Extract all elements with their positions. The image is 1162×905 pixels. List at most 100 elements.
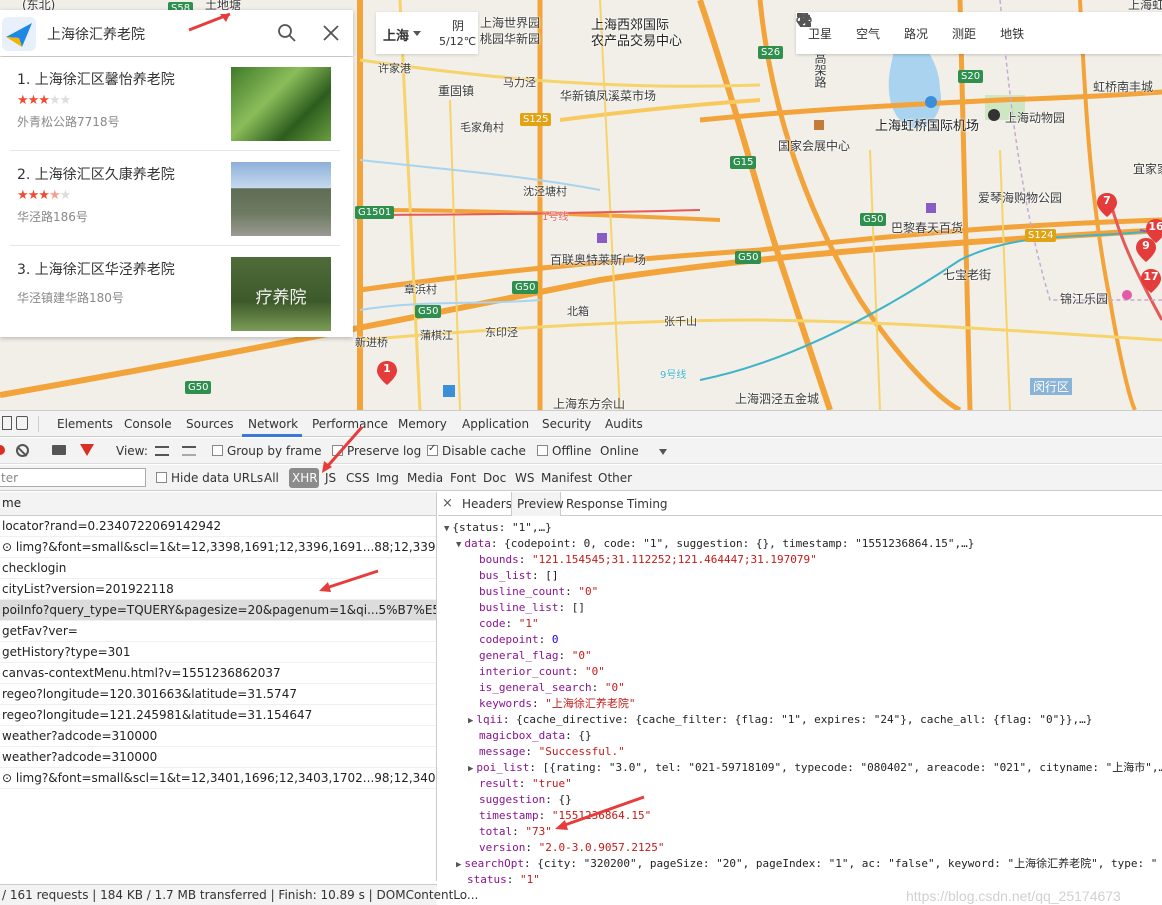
map-label: 虹桥南丰城 bbox=[1093, 80, 1154, 94]
json-value: {codepoint: 0, code: "1", suggestion: {}… bbox=[504, 537, 975, 550]
camera-icon[interactable] bbox=[52, 445, 66, 455]
close-icon[interactable]: × bbox=[442, 496, 453, 511]
map-label: 章浜村 bbox=[404, 283, 437, 296]
list-view-icon[interactable] bbox=[155, 446, 169, 456]
venue-icon bbox=[814, 120, 824, 130]
name-column-header[interactable]: me bbox=[0, 492, 436, 516]
hide-data-urls-checkbox[interactable]: Hide data URLs bbox=[156, 471, 263, 485]
request-row[interactable]: poiInfo?query_type=TQUERY&pagesize=20&pa… bbox=[0, 600, 436, 621]
request-row[interactable]: regeo?longitude=121.245981&latitude=31.1… bbox=[0, 705, 436, 726]
tab-preview[interactable]: Preview bbox=[511, 492, 564, 516]
weather-condition: 阴 bbox=[452, 19, 465, 33]
result-thumbnail[interactable] bbox=[231, 67, 331, 141]
filter-icon[interactable] bbox=[80, 444, 94, 456]
tab-network[interactable]: Network bbox=[248, 417, 298, 431]
request-row[interactable]: ⊙ limg?&font=small&scl=1&t=12,3398,1691;… bbox=[0, 537, 436, 558]
close-icon[interactable] bbox=[322, 24, 340, 42]
map-label: 七宝老街 bbox=[943, 268, 992, 282]
filter-manifest[interactable]: Manifest bbox=[541, 471, 592, 485]
json-value: "2.0-3.0.9057.2125" bbox=[538, 841, 665, 854]
filter-xhr[interactable]: XHR bbox=[289, 468, 319, 488]
filter-font[interactable]: Font bbox=[450, 471, 476, 485]
device-toggle-icon[interactable] bbox=[16, 416, 28, 430]
city-name[interactable]: 上海 bbox=[383, 25, 409, 44]
tab-application[interactable]: Application bbox=[462, 417, 529, 431]
city-weather-box[interactable]: 上海 阴 5/12℃ bbox=[376, 12, 478, 54]
collapse-arrow-icon[interactable]: ▶ bbox=[468, 716, 473, 726]
json-line[interactable]: ▼ {status: "1",…} bbox=[444, 520, 552, 537]
chevron-down-icon[interactable] bbox=[413, 31, 421, 36]
subway-button[interactable]: 地铁 bbox=[798, 12, 1036, 54]
result-name[interactable]: 1. 上海徐汇区馨怡养老院 bbox=[17, 69, 175, 89]
request-row[interactable]: canvas-contextMenu.html?v=1551236862037 bbox=[0, 663, 436, 684]
measure-button[interactable]: 测距 bbox=[797, 12, 988, 54]
json-line[interactable]: ▼ data: {codepoint: 0, code: "1", suggest… bbox=[456, 536, 974, 553]
result-item[interactable]: 2. 上海徐汇区久康养老院 ★★★★★ 华泾路186号 bbox=[10, 152, 340, 246]
weather-temp: 5/12℃ bbox=[439, 35, 477, 48]
json-line: busline_list: [] bbox=[479, 601, 585, 614]
json-line[interactable]: ▶ searchOpt: {city: "320200", pageSize: "… bbox=[456, 856, 1157, 873]
map-pin[interactable]: 16 bbox=[1145, 218, 1162, 244]
result-name[interactable]: 3. 上海徐汇区华泾养老院 bbox=[17, 259, 175, 279]
shopping-icon bbox=[926, 203, 936, 213]
metro-label: 1号线 bbox=[542, 212, 569, 223]
tab-sources[interactable]: Sources bbox=[186, 417, 233, 431]
map-pin[interactable]: 17 bbox=[1140, 268, 1162, 294]
tab-memory[interactable]: Memory bbox=[398, 417, 447, 431]
search-icon[interactable] bbox=[277, 23, 297, 43]
filter-other[interactable]: Other bbox=[598, 471, 632, 485]
record-icon[interactable] bbox=[0, 445, 5, 455]
tab-audits[interactable]: Audits bbox=[605, 417, 643, 431]
result-thumbnail[interactable]: 疗养院 bbox=[231, 257, 331, 331]
json-line: bounds: "121.154545;31.112252;121.464447… bbox=[479, 553, 817, 566]
collapse-arrow-icon[interactable]: ▶ bbox=[468, 764, 473, 774]
amap-logo-icon[interactable] bbox=[2, 17, 36, 51]
chevron-down-icon[interactable] bbox=[659, 449, 667, 455]
expand-arrow-icon[interactable]: ▼ bbox=[444, 524, 449, 534]
school-icon bbox=[443, 385, 455, 397]
throttling-select[interactable]: Online bbox=[600, 444, 639, 458]
filter-doc[interactable]: Doc bbox=[483, 471, 506, 485]
request-row[interactable]: weather?adcode=310000 bbox=[0, 747, 436, 768]
devtools-tabbar: Elements Console Sources Network Perform… bbox=[0, 411, 1162, 437]
result-name[interactable]: 2. 上海徐汇区久康养老院 bbox=[17, 164, 175, 184]
result-item[interactable]: 1. 上海徐汇区馨怡养老院 ★★★★★ 外青松公路7718号 bbox=[10, 57, 340, 151]
tab-elements[interactable]: Elements bbox=[57, 417, 113, 431]
collapse-arrow-icon[interactable]: ▶ bbox=[456, 860, 461, 870]
result-thumbnail[interactable] bbox=[231, 162, 331, 236]
inspect-icon[interactable] bbox=[2, 416, 12, 430]
request-row[interactable]: regeo?longitude=120.301663&latitude=31.5… bbox=[0, 684, 436, 705]
result-item[interactable]: 3. 上海徐汇区华泾养老院 华泾镇建华路180号 疗养院 bbox=[10, 247, 340, 341]
request-row[interactable]: ⊙ limg?&font=small&scl=1&t=12,3401,1696;… bbox=[0, 768, 436, 789]
request-row[interactable]: getHistory?type=301 bbox=[0, 642, 436, 663]
map-pin[interactable]: 7 bbox=[1096, 192, 1118, 218]
road-shield: G50 bbox=[512, 281, 539, 294]
request-row[interactable]: weather?adcode=310000 bbox=[0, 726, 436, 747]
tab-timing[interactable]: Timing bbox=[627, 497, 668, 511]
air-button[interactable]: 空气 bbox=[796, 12, 892, 54]
disable-cache-checkbox[interactable]: Disable cache bbox=[427, 443, 526, 458]
filter-ws[interactable]: WS bbox=[515, 471, 534, 485]
json-line: busline_count: "0" bbox=[479, 585, 599, 598]
request-row[interactable]: locator?rand=0.2340722069142942 bbox=[0, 516, 436, 537]
expand-arrow-icon[interactable]: ▼ bbox=[456, 540, 461, 550]
tab-console[interactable]: Console bbox=[124, 417, 172, 431]
tab-headers[interactable]: Headers bbox=[462, 497, 512, 511]
filter-input[interactable]: ter bbox=[0, 468, 146, 487]
traffic-button[interactable]: 路况 bbox=[801, 12, 940, 54]
waterfall-view-icon[interactable] bbox=[182, 446, 196, 456]
offline-checkbox[interactable]: Offline bbox=[537, 444, 591, 458]
request-row[interactable]: getFav?ver= bbox=[0, 621, 436, 642]
tab-security[interactable]: Security bbox=[542, 417, 591, 431]
json-key: busline_count bbox=[479, 585, 566, 598]
group-by-frame-checkbox[interactable]: Group by frame bbox=[212, 444, 321, 458]
filter-all[interactable]: All bbox=[264, 471, 279, 485]
json-line[interactable]: ▶ poi_list: [{rating: "3.0", tel: "021-59… bbox=[468, 760, 1162, 777]
json-line[interactable]: ▶ lqii: {cache_directive: {cache_filter: … bbox=[468, 712, 1092, 729]
filter-img[interactable]: Img bbox=[376, 471, 399, 485]
map-pin[interactable]: 1 bbox=[376, 360, 398, 386]
search-input[interactable]: 上海徐汇养老院 bbox=[47, 24, 145, 44]
filter-media[interactable]: Media bbox=[407, 471, 443, 485]
tab-response[interactable]: Response bbox=[566, 497, 624, 511]
clear-icon[interactable] bbox=[16, 444, 29, 457]
